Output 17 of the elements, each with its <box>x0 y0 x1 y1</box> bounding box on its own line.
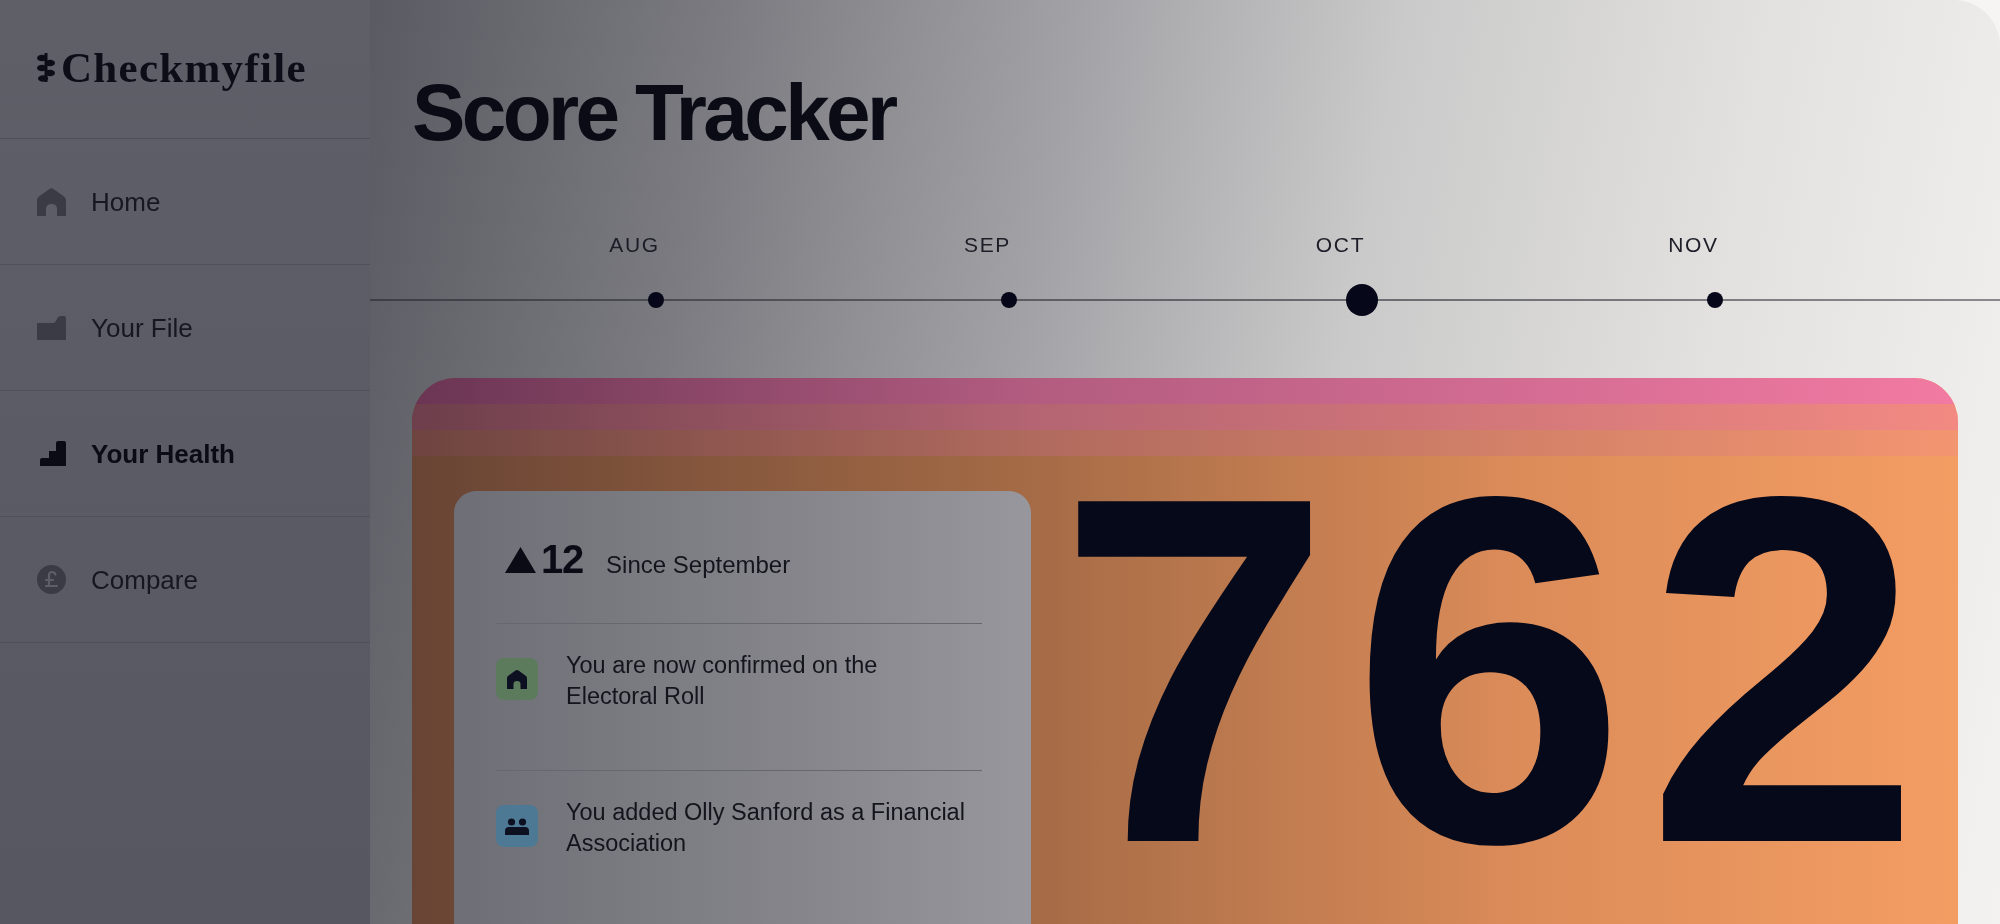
up-triangle-icon <box>505 547 536 573</box>
home-icon <box>37 187 66 216</box>
event-text: You are now confirmed on the Electoral Roll <box>566 651 879 711</box>
stairs-icon <box>40 441 66 466</box>
folder-icon <box>37 315 66 340</box>
logo-icon <box>37 52 55 83</box>
logo-text: Checkmyfile <box>61 46 307 89</box>
pound-coin-icon <box>37 565 66 594</box>
month-label: OCT <box>1315 234 1366 255</box>
change-amount: 12 <box>541 539 584 579</box>
month-label: SEP <box>963 234 1012 255</box>
change-period: Since September <box>606 553 791 577</box>
event-text: You added Olly Sanford as a Financial Association <box>566 798 966 858</box>
month-label: NOV <box>1668 234 1719 255</box>
month-label: AUG <box>609 234 660 255</box>
page-title: Score Tracker <box>412 73 895 153</box>
score-value: 762 <box>1057 473 1941 869</box>
